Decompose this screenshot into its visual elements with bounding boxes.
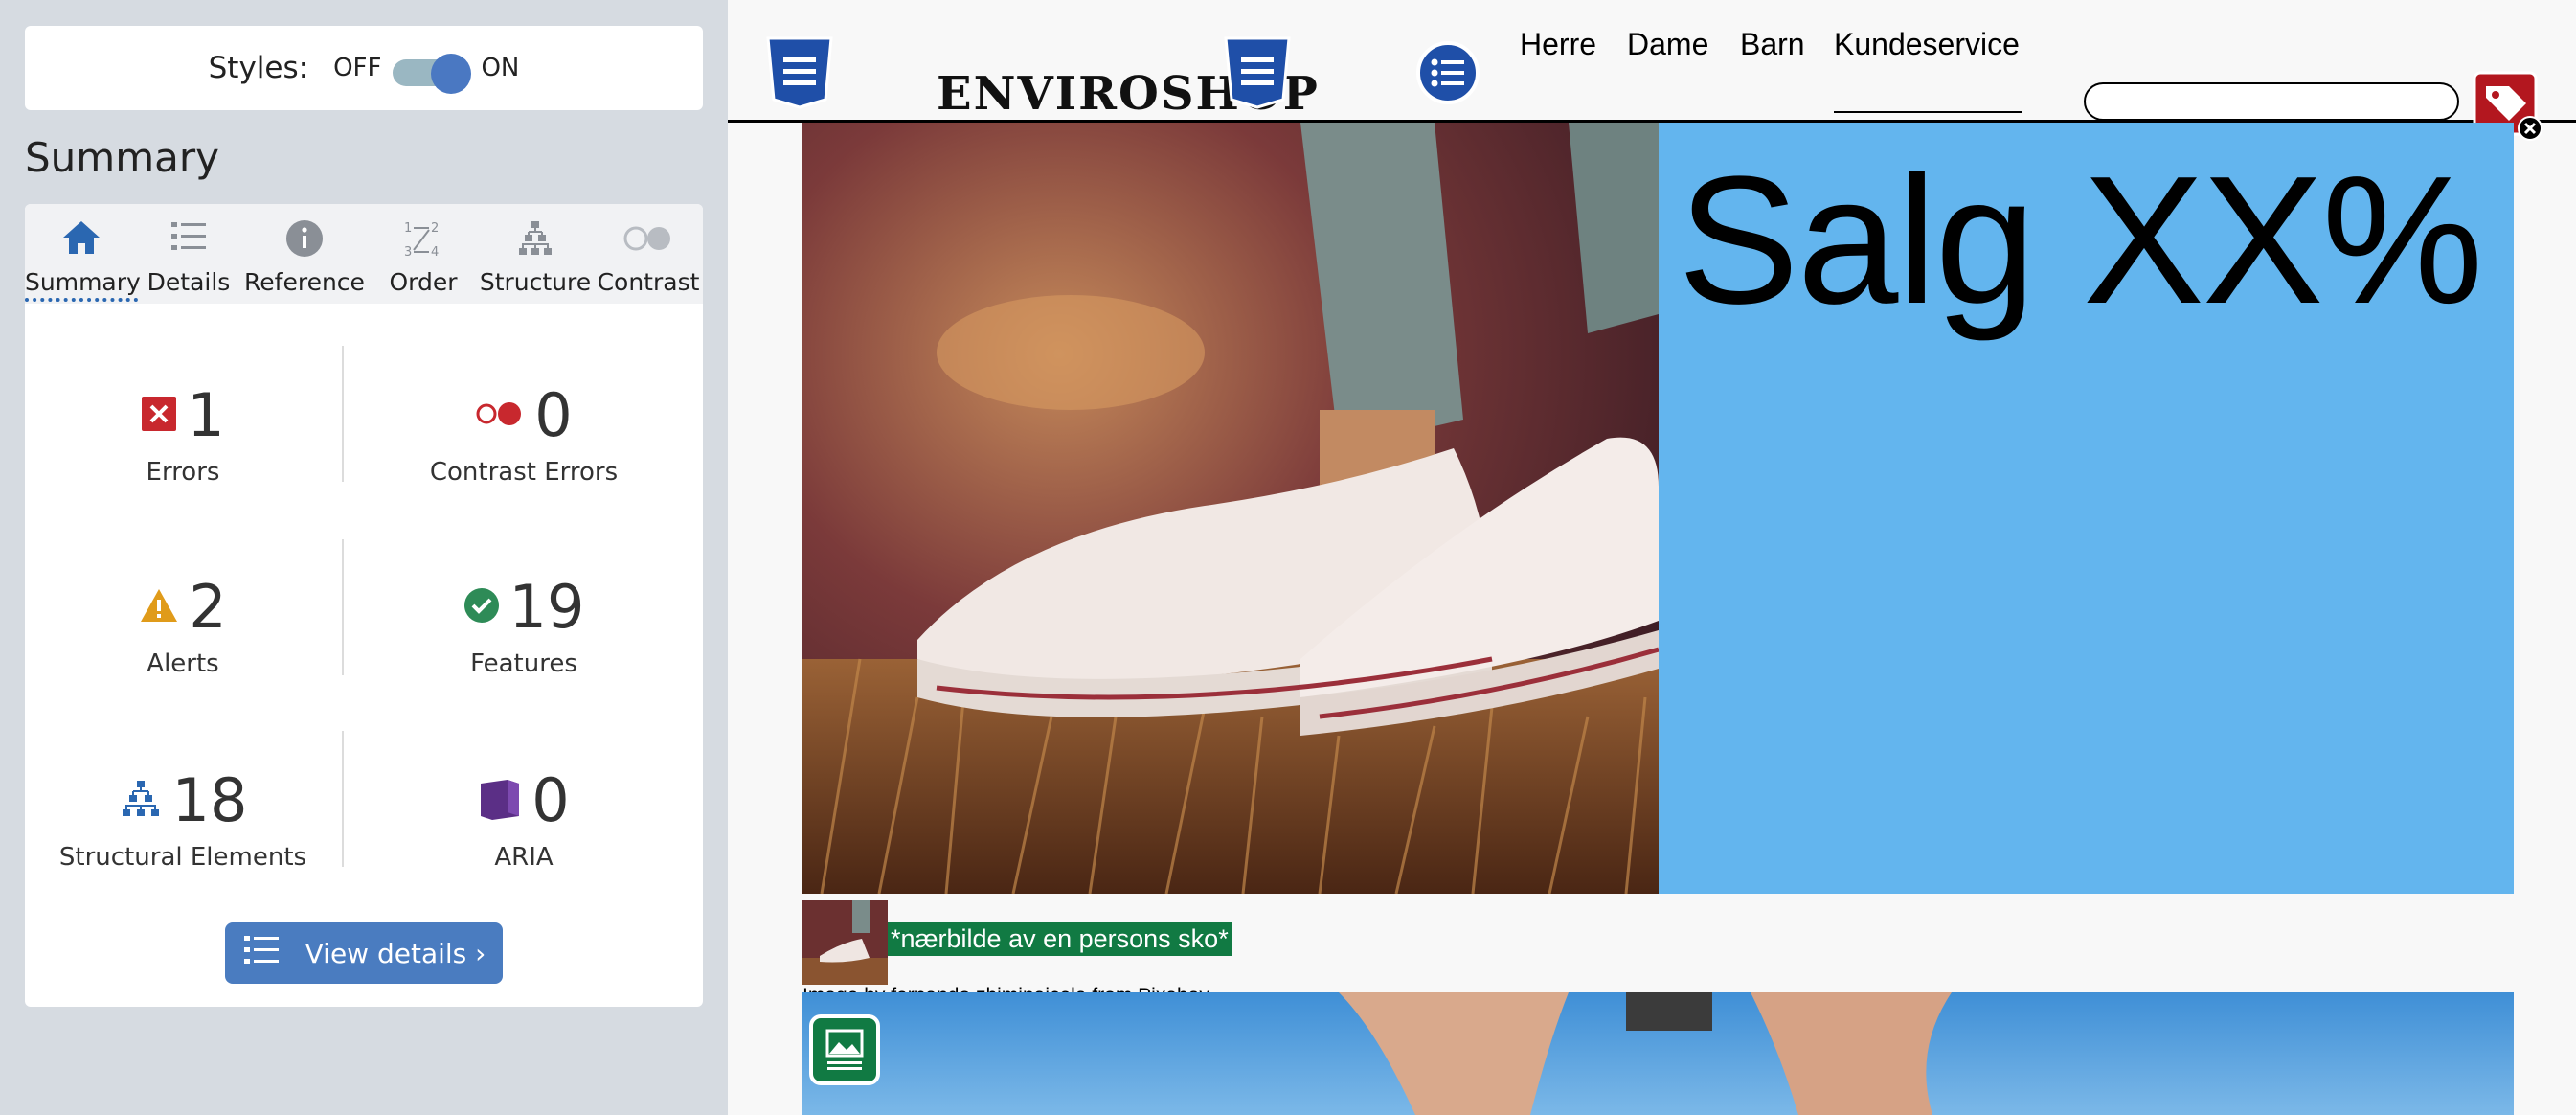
- tab-bar: Summary Details Reference 1 2 3 4 Order Str…: [25, 204, 703, 304]
- tab-label: Structure: [479, 268, 592, 296]
- tab-details[interactable]: Details: [138, 204, 239, 304]
- stat-divider: [342, 731, 344, 867]
- contrast-errors-stat[interactable]: 0 Contrast Errors: [366, 380, 682, 487]
- alerts-count: 2: [189, 572, 227, 642]
- aria-label: ARIA: [494, 843, 554, 872]
- web-page: ENVIROSHOP Herre Dame Barn Kundeservice: [728, 0, 2576, 1115]
- tab-label: Details: [147, 268, 231, 296]
- contrast-icon: [622, 219, 674, 256]
- search-input[interactable]: [2084, 82, 2459, 121]
- styles-on-label: ON: [481, 54, 520, 82]
- wave-list-nav-icon[interactable]: [1415, 40, 1480, 109]
- info-icon: [285, 219, 324, 262]
- tab-label: Summary: [25, 268, 141, 302]
- wave-list-icon[interactable]: [764, 36, 835, 113]
- styles-label: Styles:: [208, 51, 309, 85]
- view-details-button[interactable]: View details ›: [225, 922, 503, 984]
- tab-contrast[interactable]: Contrast: [594, 204, 703, 304]
- features-label: Features: [470, 649, 577, 678]
- svg-text:1: 1: [404, 221, 412, 236]
- nav-herre[interactable]: Herre: [1520, 27, 1596, 62]
- error-icon: [141, 396, 177, 436]
- panel-title: Summary: [25, 134, 219, 181]
- structure-icon: [515, 219, 555, 262]
- errors-label: Errors: [146, 458, 220, 487]
- structural-label: Structural Elements: [58, 843, 307, 872]
- home-icon: [61, 219, 102, 260]
- tab-label: Contrast: [597, 268, 700, 296]
- styles-off-label: OFF: [333, 54, 382, 82]
- summary-card: Summary Details Reference 1 2 3 4 Order Str…: [25, 204, 703, 1007]
- switch-knob: [431, 54, 472, 94]
- stat-divider: [342, 539, 344, 675]
- second-image: [802, 992, 2514, 1115]
- alert-icon: [139, 587, 179, 627]
- tab-structure[interactable]: Structure: [477, 204, 594, 304]
- features-stat[interactable]: 19 Features: [366, 572, 682, 678]
- structural-stat[interactable]: 18 Structural Elements: [25, 765, 341, 872]
- nav-dame[interactable]: Dame: [1627, 27, 1708, 62]
- tab-order[interactable]: 1 2 3 4 Order: [370, 204, 477, 304]
- alerts-stat[interactable]: 2 Alerts: [25, 572, 341, 678]
- contrast-error-icon: [475, 399, 525, 432]
- svg-text:4: 4: [431, 245, 439, 260]
- stat-divider: [342, 346, 344, 482]
- wave-figure-icon[interactable]: [808, 1013, 881, 1090]
- errors-stat[interactable]: 1 Errors: [25, 380, 341, 487]
- aria-cube-icon: [478, 778, 522, 824]
- sale-banner[interactable]: Salg XX%: [1659, 123, 2514, 894]
- sale-text: Salg XX%: [1678, 139, 2483, 342]
- features-count: 19: [508, 572, 585, 642]
- wave-list-icon[interactable]: [1222, 36, 1293, 113]
- list-icon: [242, 934, 281, 973]
- feature-check-icon: [463, 587, 500, 627]
- structural-count: 18: [171, 765, 248, 835]
- nav-active-underline: [1834, 111, 2022, 113]
- nav-barn[interactable]: Barn: [1740, 27, 1805, 62]
- contrast-errors-label: Contrast Errors: [429, 458, 619, 487]
- tab-reference[interactable]: Reference: [239, 204, 370, 304]
- structure-icon: [119, 779, 163, 823]
- hero-shoes-image: [802, 123, 1659, 894]
- list-icon: [169, 219, 208, 258]
- contrast-errors-count: 0: [534, 380, 573, 450]
- view-details-label: View details ›: [305, 937, 486, 969]
- alerts-label: Alerts: [147, 649, 219, 678]
- wave-sidebar: Styles: OFF ON Summary Summary Details R…: [0, 0, 728, 1115]
- styles-toggle-switch[interactable]: [393, 52, 472, 94]
- tab-label: Reference: [244, 268, 365, 296]
- hero-thumbnail: [802, 900, 888, 985]
- styles-toggle-bar: Styles: OFF ON: [25, 26, 703, 110]
- svg-text:2: 2: [431, 221, 439, 236]
- nav-kundeservice[interactable]: Kundeservice: [1834, 27, 2020, 62]
- aria-count: 0: [531, 765, 570, 835]
- image-alt-text-label: *nærbilde av en persons sko*: [888, 922, 1232, 956]
- svg-text:3: 3: [404, 245, 412, 260]
- aria-stat[interactable]: 0 ARIA: [366, 765, 682, 872]
- tab-label: Order: [389, 268, 458, 296]
- tab-summary[interactable]: Summary: [25, 204, 141, 304]
- order-icon: 1 2 3 4: [402, 219, 444, 263]
- errors-count: 1: [187, 380, 225, 450]
